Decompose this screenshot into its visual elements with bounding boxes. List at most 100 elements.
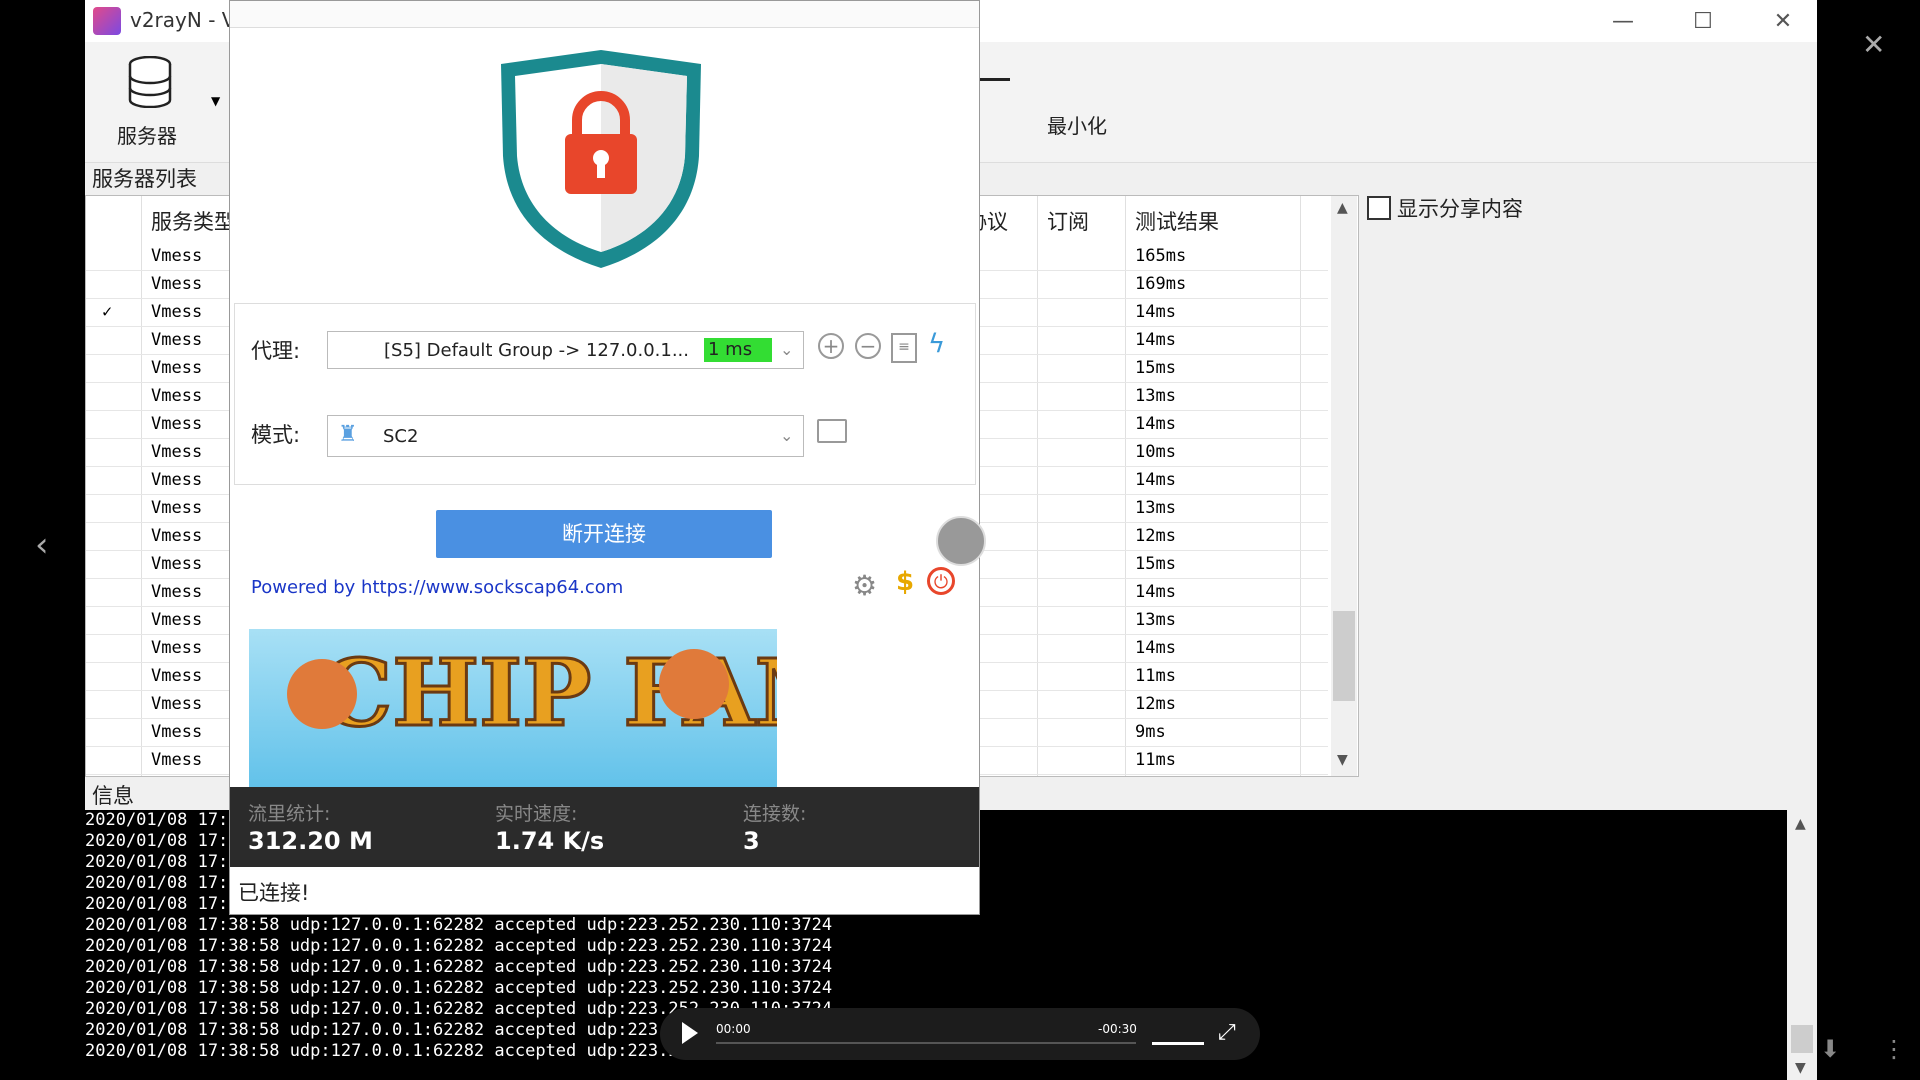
row-type: Vmess <box>151 582 203 602</box>
row-test-result: 9ms <box>1135 722 1166 742</box>
table-scrollbar[interactable]: ▲ ▼ <box>1331 196 1357 776</box>
row-type: Vmess <box>151 750 203 770</box>
log-line: 2020/01/08 17: <box>85 810 229 830</box>
maximize-button[interactable]: ☐ <box>1673 0 1733 42</box>
download-icon[interactable]: ⬇ <box>1820 1035 1840 1063</box>
log-scroll-up-icon[interactable]: ▲ <box>1795 816 1806 832</box>
log-line: 2020/01/08 17: <box>85 894 229 914</box>
scroll-thumb[interactable] <box>1333 611 1355 701</box>
lightning-icon[interactable]: ϟ <box>928 329 945 359</box>
sockscap-popup: 代理: [S5] Default Group -> 127.0.0.1... 1… <box>229 0 986 915</box>
server-label: 服务器 <box>117 124 177 148</box>
row-test-result: 165ms <box>1135 246 1187 266</box>
row-type: Vmess <box>151 330 203 350</box>
mode-label: 模式: <box>251 423 301 447</box>
stats-bar: 流里统计: 312.20 M 实时速度: 1.74 K/s 连接数: 3 <box>230 787 979 867</box>
row-test-result: 15ms <box>1135 554 1176 574</box>
header-type[interactable]: 服务类型 <box>151 206 235 236</box>
header-subscription[interactable]: 订阅 <box>1047 206 1089 236</box>
log-scrollbar[interactable]: ▲ ▼ <box>1787 810 1817 1080</box>
ad-banner[interactable]: CHIP FAMILY <box>249 629 777 787</box>
row-test-result: 14ms <box>1135 470 1176 490</box>
row-test-result: 12ms <box>1135 694 1176 714</box>
traffic-value: 312.20 M <box>248 827 373 855</box>
fullscreen-icon[interactable]: ⤢ <box>1218 1020 1236 1045</box>
minimize-button[interactable]: — <box>1593 0 1653 42</box>
server-button[interactable]: ▼ 服务器 <box>95 52 220 152</box>
speed-label: 实时速度: <box>495 803 578 825</box>
viewer-close-icon[interactable]: ✕ <box>1862 28 1885 61</box>
log-scroll-down-icon[interactable]: ▼ <box>1795 1060 1806 1076</box>
minimize-tool-button[interactable]: 最小化 <box>1047 110 1107 139</box>
log-line: 2020/01/08 17:38:58 udp:127.0.0.1:62282 … <box>85 915 833 935</box>
gear-icon[interactable]: ⚙ <box>852 569 877 602</box>
more-icon[interactable]: ⋮ <box>1882 1035 1906 1063</box>
row-type: Vmess <box>151 666 203 686</box>
proxy-select[interactable]: [S5] Default Group -> 127.0.0.1... 1 ms … <box>327 331 804 369</box>
scroll-down-icon[interactable]: ▼ <box>1337 752 1348 768</box>
server-list-label: 服务器列表 <box>92 167 197 191</box>
trophy-icon: ♜ <box>338 422 358 447</box>
row-type: Vmess <box>151 358 203 378</box>
row-type: Vmess <box>151 470 203 490</box>
minimize-tool-icon <box>980 78 1010 81</box>
folder-icon[interactable] <box>817 419 847 443</box>
row-type: Vmess <box>151 498 203 518</box>
window-title: v2rayN - V <box>130 8 236 32</box>
row-check-icon: ✓ <box>102 302 113 322</box>
power-icon[interactable]: ⏻ <box>927 567 955 595</box>
row-test-result: 10ms <box>1135 442 1176 462</box>
row-test-result: 12ms <box>1135 526 1176 546</box>
add-icon[interactable]: + <box>818 333 844 359</box>
row-type: Vmess <box>151 554 203 574</box>
row-test-result: 14ms <box>1135 414 1176 434</box>
mode-select[interactable]: ♜ SC2 ⌄ <box>327 415 804 457</box>
scroll-up-icon[interactable]: ▲ <box>1337 200 1348 216</box>
row-type: Vmess <box>151 246 203 266</box>
dollar-icon[interactable]: $ <box>892 567 918 597</box>
fox-left-icon <box>287 659 357 729</box>
proxy-label: 代理: <box>251 339 301 363</box>
row-test-result: 14ms <box>1135 302 1176 322</box>
info-label: 信息 <box>92 784 134 808</box>
row-type: Vmess <box>151 442 203 462</box>
status-indicator <box>936 516 986 566</box>
log-line: 2020/01/08 17: <box>85 873 229 893</box>
current-time: 00:00 <box>716 1022 751 1036</box>
row-test-result: 15ms <box>1135 358 1176 378</box>
play-icon[interactable] <box>682 1022 698 1044</box>
row-test-result: 13ms <box>1135 610 1176 630</box>
row-test-result: 14ms <box>1135 638 1176 658</box>
video-controls: 00:00 -00:30 ⤢ <box>660 1008 1260 1060</box>
row-test-result: 14ms <box>1135 330 1176 350</box>
row-type: Vmess <box>151 414 203 434</box>
row-test-result: 13ms <box>1135 498 1176 518</box>
connections-label: 连接数: <box>743 803 807 825</box>
connections-value: 3 <box>743 827 760 855</box>
chevron-down-icon: ▼ <box>211 94 221 108</box>
remaining-time: -00:30 <box>1098 1022 1137 1036</box>
log-scroll-thumb[interactable] <box>1791 1025 1813 1053</box>
remove-icon[interactable]: − <box>855 333 881 359</box>
close-button[interactable]: ✕ <box>1753 0 1813 42</box>
progress-bar[interactable] <box>716 1042 1136 1044</box>
database-icon <box>128 56 172 108</box>
row-type: Vmess <box>151 274 203 294</box>
row-type: Vmess <box>151 722 203 742</box>
row-type: Vmess <box>151 526 203 546</box>
show-share-checkbox[interactable] <box>1367 196 1391 220</box>
row-type: Vmess <box>151 610 203 630</box>
traffic-label: 流里统计: <box>248 803 331 825</box>
row-test-result: 11ms <box>1135 666 1176 686</box>
disconnect-button[interactable]: 断开连接 <box>436 510 772 558</box>
row-test-result: 11ms <box>1135 750 1176 770</box>
prev-arrow-icon[interactable]: ‹ <box>35 525 49 565</box>
mode-value: SC2 <box>383 426 419 447</box>
edit-icon[interactable]: ≡ <box>891 333 917 363</box>
log-line: 2020/01/08 17: <box>85 852 229 872</box>
volume-slider[interactable] <box>1152 1042 1204 1045</box>
header-test-result[interactable]: 测试结果 <box>1135 206 1219 236</box>
powered-by-link[interactable]: Powered by https://www.sockscap64.com <box>251 577 623 598</box>
latency-badge: 1 ms <box>704 338 772 362</box>
row-type: Vmess <box>151 638 203 658</box>
